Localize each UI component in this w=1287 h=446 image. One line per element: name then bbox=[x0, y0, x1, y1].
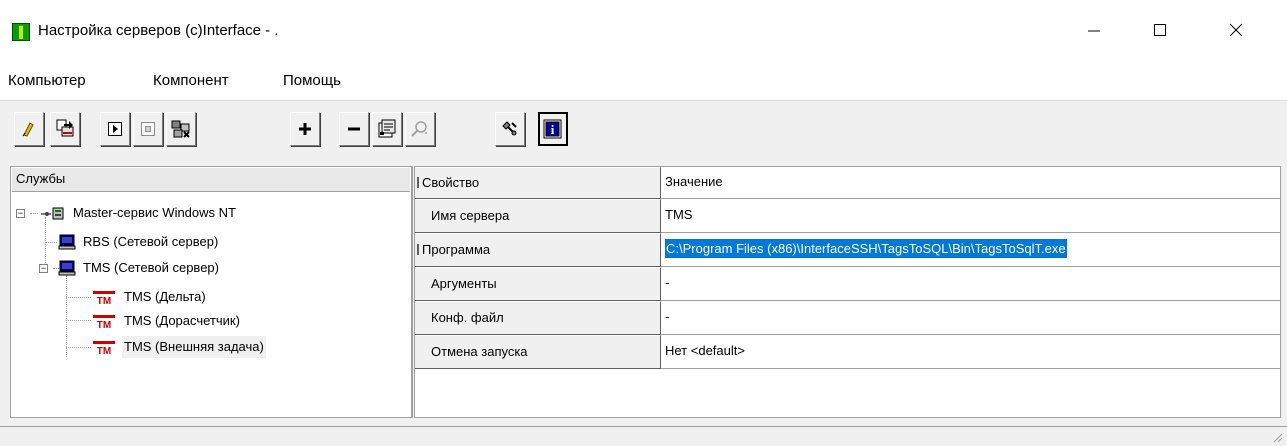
svg-text:TM: TM bbox=[97, 296, 111, 305]
expand-toggle[interactable]: − bbox=[16, 209, 25, 218]
column-header-value[interactable]: Значение bbox=[661, 167, 1280, 199]
property-name: Конф. файл bbox=[415, 301, 661, 335]
tree-item-label: TMS (Сетевой сервер) bbox=[83, 260, 219, 275]
tree-item-tms-server[interactable]: TMS (Сетевой сервер) bbox=[58, 257, 221, 279]
tm-icon: TM bbox=[93, 341, 115, 355]
svg-text:TM: TM bbox=[97, 320, 111, 329]
services-icon bbox=[171, 120, 190, 138]
close-button[interactable] bbox=[1210, 10, 1262, 50]
app-icon[interactable]: ∥ bbox=[12, 23, 30, 41]
tree-item-label: TMS (Внешняя задача) bbox=[122, 336, 266, 358]
title-bar[interactable]: ∥ Настройка серверов (c)Interface - . bbox=[0, 0, 1287, 62]
grid-header: Свойство Значение bbox=[415, 167, 1280, 201]
property-value[interactable]: C:\Program Files (x86)\InterfaceSSH\Tags… bbox=[661, 233, 1280, 267]
add-icon bbox=[299, 123, 311, 135]
find-button[interactable] bbox=[405, 112, 435, 146]
table-row[interactable]: Имя сервера TMS bbox=[415, 199, 1280, 233]
computer-icon bbox=[58, 234, 76, 250]
property-value[interactable]: Нет <default> bbox=[661, 335, 1280, 369]
tree-item-label: RBS (Сетевой сервер) bbox=[83, 234, 219, 249]
column-header-property[interactable]: Свойство bbox=[415, 167, 661, 199]
tree-item-master[interactable]: Master-сервис Windows NT bbox=[39, 202, 238, 224]
menu-bar: Компьютер Компонент Помощь bbox=[0, 62, 1287, 100]
property-name: Отмена запуска bbox=[415, 335, 661, 369]
connect-button[interactable] bbox=[14, 112, 44, 146]
add-button[interactable] bbox=[290, 112, 320, 146]
property-value[interactable]: TMS bbox=[661, 199, 1280, 233]
remove-icon bbox=[348, 127, 360, 131]
services-button[interactable] bbox=[166, 112, 196, 146]
resize-grip-icon[interactable] bbox=[1271, 431, 1283, 443]
start-button[interactable] bbox=[100, 112, 130, 146]
tree-item-label: TMS (Дорасчетчик) bbox=[124, 313, 240, 328]
minimize-button[interactable] bbox=[1068, 10, 1120, 50]
table-row[interactable]: Программа C:\Program Files (x86)\Interfa… bbox=[415, 233, 1280, 267]
table-row[interactable]: Аргументы - bbox=[415, 267, 1280, 301]
properties-icon bbox=[378, 119, 396, 138]
maximize-button[interactable] bbox=[1134, 10, 1186, 50]
toolbar: i bbox=[0, 100, 1287, 157]
tm-icon: TM bbox=[93, 291, 115, 305]
tree-item-label: Master-сервис Windows NT bbox=[73, 205, 236, 220]
tree-item-rbs[interactable]: RBS (Сетевой сервер) bbox=[58, 231, 220, 253]
svg-text:i: i bbox=[551, 122, 555, 137]
tree-item-tms-delta[interactable]: TM TMS (Дельта) bbox=[92, 286, 208, 308]
property-name: Программа bbox=[415, 233, 661, 267]
tree-item-label: TMS (Дельта) bbox=[124, 289, 206, 304]
connect-icon bbox=[22, 122, 34, 137]
start-icon bbox=[108, 122, 122, 136]
tree-item-tms-calc[interactable]: TM TMS (Дорасчетчик) bbox=[92, 310, 242, 332]
find-icon bbox=[411, 121, 427, 137]
property-name: Имя сервера bbox=[415, 199, 661, 233]
export-button[interactable] bbox=[50, 112, 80, 146]
menu-component[interactable]: Компонент bbox=[153, 71, 229, 91]
network-master-icon bbox=[41, 207, 64, 220]
remove-button[interactable] bbox=[339, 112, 369, 146]
table-row[interactable]: Конф. файл - bbox=[415, 301, 1280, 335]
window-title: Настройка серверов (c)Interface - . bbox=[38, 22, 279, 39]
properties-button[interactable] bbox=[372, 112, 402, 146]
table-row[interactable]: Отмена запуска Нет <default> bbox=[415, 335, 1280, 369]
selected-value-text: C:\Program Files (x86)\InterfaceSSH\Tags… bbox=[665, 239, 1067, 258]
tools-icon bbox=[502, 121, 517, 136]
stop-icon bbox=[141, 122, 155, 136]
property-value[interactable]: - bbox=[661, 267, 1280, 301]
property-value[interactable]: - bbox=[661, 301, 1280, 335]
status-bar bbox=[0, 426, 1287, 446]
menu-computer[interactable]: Компьютер bbox=[8, 71, 86, 91]
stop-button[interactable] bbox=[133, 112, 163, 146]
svg-text:TM: TM bbox=[97, 346, 111, 355]
computer-icon bbox=[58, 260, 76, 276]
maximize-icon bbox=[1154, 24, 1166, 36]
services-tree-panel[interactable]: Службы − Master-сервис Windows NT RBS (С… bbox=[10, 166, 412, 418]
tree-header[interactable]: Службы bbox=[12, 168, 410, 192]
menu-help[interactable]: Помощь bbox=[283, 71, 341, 91]
info-icon: i bbox=[543, 119, 562, 139]
property-name: Аргументы bbox=[415, 267, 661, 301]
tools-button[interactable] bbox=[495, 112, 525, 146]
property-grid[interactable]: Свойство Значение Имя сервера TMS Програ… bbox=[414, 166, 1281, 418]
expand-toggle[interactable]: − bbox=[39, 264, 48, 273]
tm-icon: TM bbox=[93, 315, 115, 329]
tree-item-tms-external[interactable]: TM TMS (Внешняя задача) bbox=[92, 336, 266, 358]
export-icon bbox=[56, 119, 74, 137]
close-icon bbox=[1229, 23, 1243, 37]
info-button[interactable]: i bbox=[538, 112, 568, 146]
minimize-icon bbox=[1088, 30, 1100, 32]
